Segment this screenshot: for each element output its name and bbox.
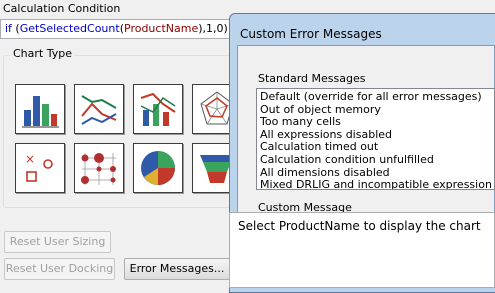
chart-type-title: Chart Type (10, 47, 75, 60)
expression-open: ( (11, 22, 20, 35)
standard-message-item[interactable]: Out of object memory (260, 104, 491, 117)
standard-message-item[interactable]: Default (override for all error messages… (260, 91, 491, 104)
calculation-condition-label: Calculation Condition (3, 2, 121, 15)
standard-message-item[interactable]: Too many cells (260, 116, 491, 129)
scatter-chart-icon: × (25, 152, 53, 182)
line-chart-icon (81, 95, 117, 125)
custom-message-input[interactable]: Select ProductName to display the chart (229, 212, 495, 288)
line-chart-button[interactable] (74, 84, 124, 134)
combo-chart-button[interactable] (133, 84, 183, 134)
standard-message-item[interactable]: Mixed DRLIG and incompatible expressions (260, 179, 491, 189)
standard-message-item[interactable]: All expressions disabled (260, 129, 491, 142)
standard-message-item[interactable]: All dimensions disabled (260, 167, 491, 180)
svg-text:×: × (25, 152, 35, 166)
standard-messages-list[interactable]: Default (override for all error messages… (256, 88, 495, 190)
grid-chart-button[interactable] (74, 143, 124, 193)
scatter-chart-button[interactable]: × (15, 143, 65, 193)
grid-chart-icon (81, 153, 116, 185)
calculation-condition-input[interactable]: if (GetSelectedCount(ProductName),1,0) (0, 19, 250, 39)
bar-chart-button[interactable] (15, 84, 65, 134)
expression-keyword: if (5, 22, 12, 35)
bar-chart-icon (22, 96, 59, 128)
combo-chart-icon (140, 92, 176, 126)
reset-user-sizing-button[interactable]: Reset User Sizing (4, 231, 111, 253)
dialog-title: Custom Error Messages (240, 27, 382, 41)
reset-user-docking-button[interactable]: Reset User Docking (4, 258, 115, 280)
pie-chart-icon (141, 151, 175, 185)
standard-messages-label: Standard Messages (258, 72, 366, 85)
error-messages-button[interactable]: Error Messages... (124, 258, 230, 280)
expression-field: ProductName (124, 22, 199, 35)
expression-rest: ),1,0) (198, 22, 228, 35)
standard-message-item[interactable]: Calculation condition unfulfilled (260, 154, 491, 167)
standard-message-item[interactable]: Calculation timed out (260, 141, 491, 154)
pie-chart-button[interactable] (133, 143, 183, 193)
expression-function: GetSelectedCount (19, 22, 120, 35)
